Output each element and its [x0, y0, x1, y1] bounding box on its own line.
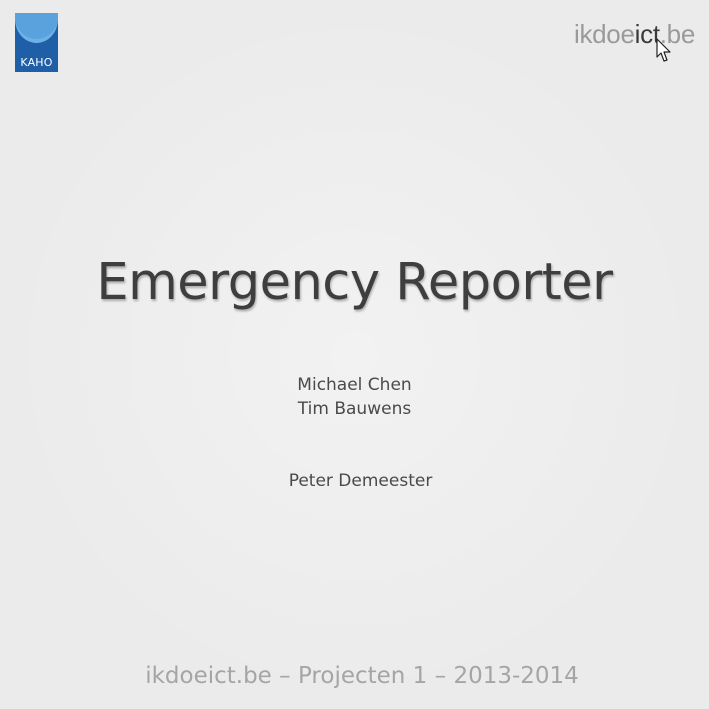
supervisor-name: Peter Demeester [288, 471, 433, 491]
arrow-cursor-icon [656, 38, 671, 62]
slide-title: Emergency Reporter [96, 253, 613, 312]
authors-list: Michael Chen Tim Bauwens [0, 373, 709, 421]
presentation-slide: KAHO ikdoeict.be Emergency Reporter Mich… [0, 0, 709, 709]
site-mark-part-a: ikdoe [573, 19, 635, 49]
author-name: Michael Chen [297, 375, 412, 395]
logo-arc-icon [15, 13, 58, 43]
kaho-logo: KAHO [15, 13, 58, 72]
slide-footer: ikdoeict.be – Projecten 1 – 2013-2014 [145, 663, 579, 689]
logo-text: KAHO [20, 56, 53, 69]
site-mark: ikdoeict.be [574, 18, 695, 50]
author-name: Tim Bauwens [297, 399, 412, 419]
